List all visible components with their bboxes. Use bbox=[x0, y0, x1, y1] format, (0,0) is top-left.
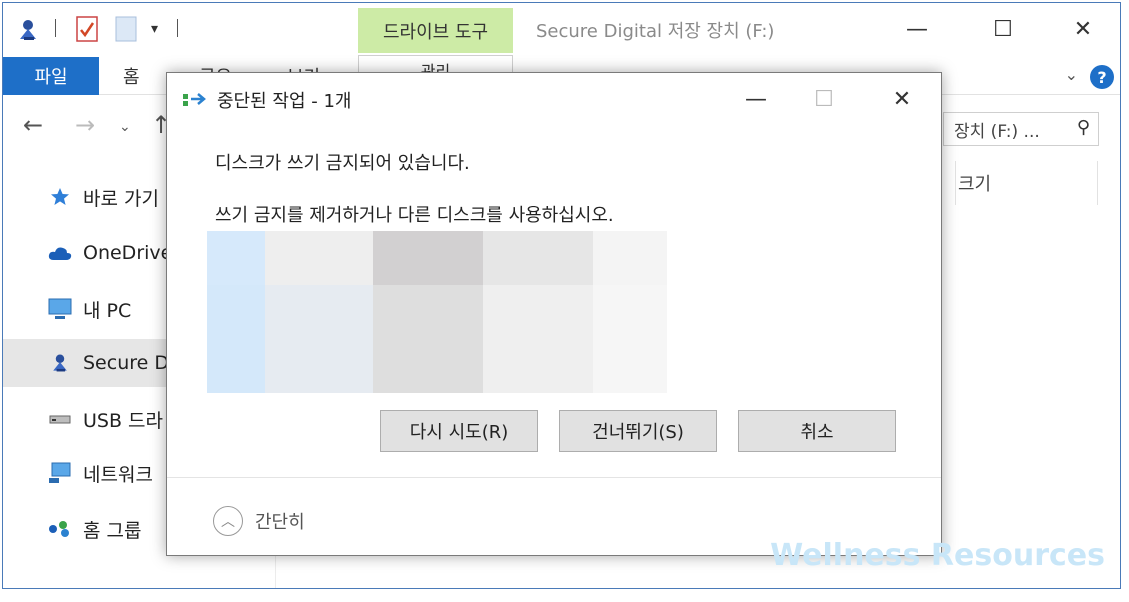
nav-label-secure-digital: Secure D bbox=[83, 352, 169, 374]
tab-home[interactable]: 홈 bbox=[123, 57, 140, 95]
cancel-button[interactable]: 취소 bbox=[738, 410, 896, 452]
homegroup-icon bbox=[41, 519, 79, 539]
retry-button[interactable]: 다시 시도(R) bbox=[380, 410, 538, 452]
column-divider bbox=[955, 161, 956, 205]
search-icon: ⚲ bbox=[1076, 117, 1090, 138]
cloud-icon bbox=[41, 245, 79, 261]
network-icon bbox=[41, 462, 79, 484]
chevron-up-icon[interactable]: ︿ bbox=[213, 506, 243, 536]
window-title: Secure Digital 저장 장치 (F:) bbox=[536, 21, 775, 42]
tab-file[interactable]: 파일 bbox=[3, 57, 99, 95]
forward-arrow-icon[interactable]: → bbox=[75, 111, 95, 139]
quick-access-separator-2 bbox=[177, 19, 178, 37]
nav-label-quick-access: 바로 가기 bbox=[83, 187, 159, 210]
new-folder-icon[interactable] bbox=[115, 16, 137, 42]
nav-label-homegroup: 홈 그룹 bbox=[83, 519, 142, 542]
quick-access-separator bbox=[55, 19, 56, 37]
dialog-close-button[interactable]: ✕ bbox=[879, 81, 925, 117]
fewer-details-label[interactable]: 간단히 bbox=[255, 508, 305, 534]
nav-label-onedrive: OneDrive bbox=[83, 242, 173, 264]
search-input[interactable]: 장치 (F:) ... ⚲ bbox=[943, 112, 1099, 146]
dialog-title-bar: 중단된 작업 - 1개 — ☐ ✕ bbox=[167, 73, 941, 125]
chevron-down-icon[interactable]: ⌄ bbox=[1065, 65, 1078, 84]
maximize-icon: ☐ bbox=[993, 16, 1013, 42]
checklist-icon[interactable] bbox=[75, 15, 99, 43]
close-icon: ✕ bbox=[1073, 16, 1093, 42]
dialog-minimize-button[interactable]: — bbox=[733, 81, 779, 117]
nav-label-network: 네트워크 bbox=[83, 463, 153, 486]
title-bar: ▾ 드라이브 도구 Secure Digital 저장 장치 (F:) — ☐ … bbox=[3, 3, 1120, 53]
drive-icon bbox=[41, 413, 79, 425]
drive-tools-context-tab: 드라이브 도구 bbox=[358, 8, 513, 53]
minimize-button[interactable]: — bbox=[887, 11, 947, 47]
back-arrow-icon[interactable]: ← bbox=[23, 111, 43, 139]
maximize-icon: ☐ bbox=[814, 86, 834, 112]
help-icon[interactable]: ? bbox=[1090, 65, 1114, 89]
computer-icon bbox=[41, 298, 79, 320]
search-text: 장치 (F:) ... bbox=[954, 121, 1040, 142]
skip-button[interactable]: 건너뛰기(S) bbox=[559, 410, 717, 452]
properties-icon[interactable] bbox=[15, 17, 41, 43]
dialog-message: 디스크가 쓰기 금지되어 있습니다. bbox=[215, 153, 470, 174]
minimize-icon: — bbox=[906, 16, 928, 42]
minimize-icon: — bbox=[745, 86, 767, 112]
dialog-title: 중단된 작업 - 1개 bbox=[217, 91, 352, 112]
file-move-icon bbox=[183, 91, 209, 111]
nav-label-this-pc: 내 PC bbox=[83, 299, 132, 322]
customize-toolbar-icon[interactable]: ▾ bbox=[151, 21, 158, 37]
column-divider-2 bbox=[1097, 161, 1098, 205]
dialog-maximize-button[interactable]: ☐ bbox=[801, 81, 847, 117]
column-header-size[interactable]: 크기 bbox=[958, 163, 991, 203]
maximize-button[interactable]: ☐ bbox=[973, 11, 1033, 47]
dialog-instruction: 쓰기 금지를 제거하거나 다른 디스크를 사용하십시오. bbox=[215, 205, 614, 226]
interrupted-action-dialog: 중단된 작업 - 1개 — ☐ ✕ 디스크가 쓰기 금지되어 있습니다. 쓰기 … bbox=[166, 72, 942, 556]
close-window-button[interactable]: ✕ bbox=[1053, 11, 1113, 47]
star-icon bbox=[41, 187, 79, 207]
nav-label-usb-drive: USB 드라 bbox=[83, 409, 164, 432]
usb-drive-icon bbox=[41, 351, 79, 375]
watermark: Wellness Resources bbox=[770, 538, 1105, 573]
close-icon: ✕ bbox=[892, 86, 912, 112]
recent-locations-chevron-icon[interactable]: ⌄ bbox=[119, 119, 131, 135]
pixelated-preview-image bbox=[207, 231, 667, 393]
